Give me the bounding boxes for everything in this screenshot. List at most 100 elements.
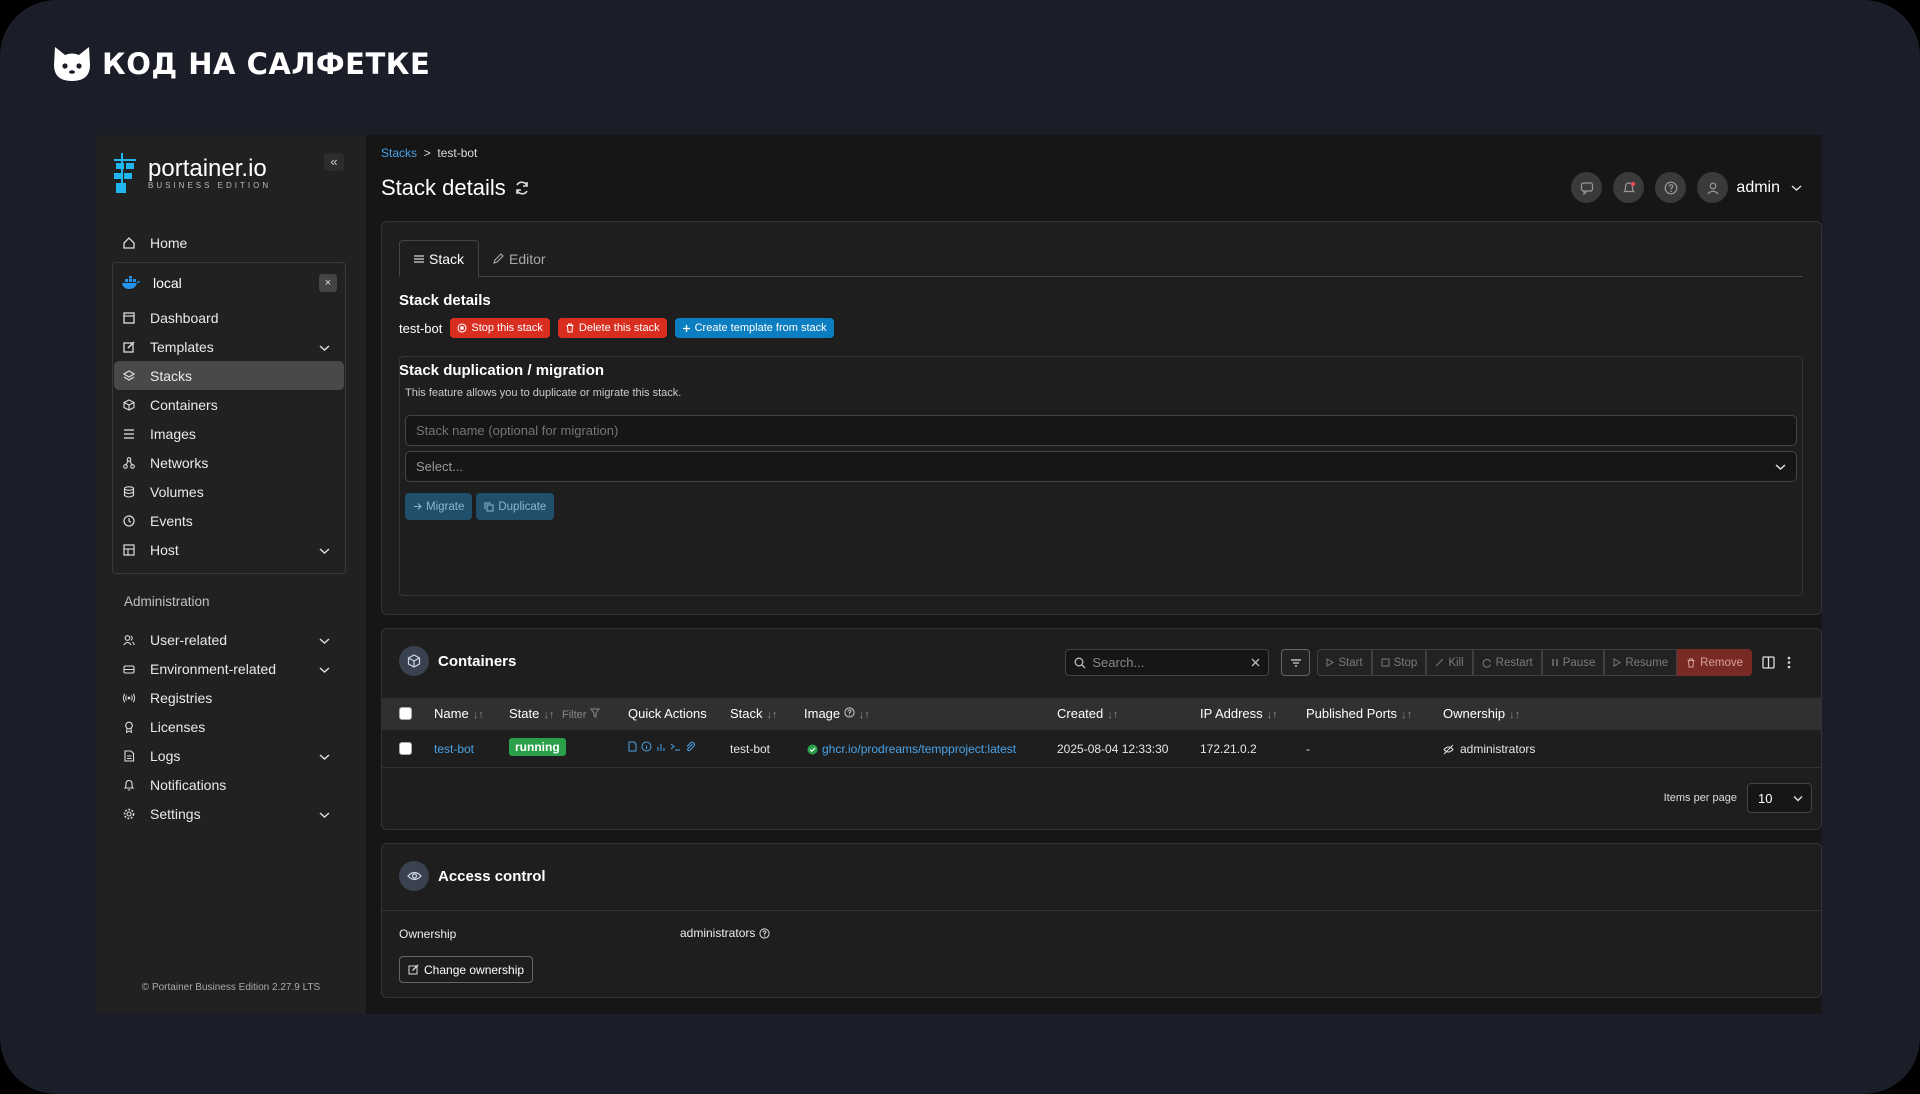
column-ports[interactable]: Published Ports ↓↑ bbox=[1306, 706, 1412, 721]
create-template-button[interactable]: Create template from stack bbox=[674, 318, 834, 338]
sort-icon: ↓↑ bbox=[1107, 709, 1119, 721]
help-icon[interactable] bbox=[759, 927, 770, 939]
duplicate-button[interactable]: Duplicate bbox=[476, 493, 555, 520]
resume-button[interactable]: Resume bbox=[1604, 649, 1678, 676]
chevron-down-icon[interactable] bbox=[1791, 184, 1802, 192]
stop-button[interactable]: Stop bbox=[1371, 649, 1427, 676]
console-icon[interactable] bbox=[670, 741, 681, 752]
table-settings-button[interactable] bbox=[1281, 649, 1311, 676]
sidebar-item-notifications[interactable]: Notifications bbox=[114, 770, 344, 799]
outer-frame: КОД НА САЛФЕТКЕ portainer.io BUSINESS ED… bbox=[0, 0, 1920, 1094]
sidebar-item-templates[interactable]: Templates bbox=[114, 332, 344, 361]
sidebar-item-settings[interactable]: Settings bbox=[114, 799, 344, 828]
sidebar-item-containers[interactable]: Containers bbox=[114, 390, 344, 419]
collapse-sidebar-button[interactable]: « bbox=[324, 153, 344, 171]
sidebar-item-home[interactable]: Home bbox=[114, 228, 344, 257]
stop-stack-button[interactable]: Stop this stack bbox=[450, 318, 550, 338]
change-ownership-button[interactable]: Change ownership bbox=[399, 956, 534, 983]
migrate-button[interactable]: Migrate bbox=[405, 493, 473, 520]
help-button[interactable] bbox=[1655, 172, 1687, 203]
breadcrumb-stacks-link[interactable]: Stacks bbox=[381, 146, 417, 160]
layers-icon bbox=[122, 369, 136, 383]
column-label: Ownership bbox=[1443, 706, 1506, 721]
sidebar-item-events[interactable]: Events bbox=[114, 506, 344, 535]
sidebar-item-volumes[interactable]: Volumes bbox=[114, 477, 344, 506]
sidebar-item-registries[interactable]: Registries bbox=[114, 683, 344, 712]
sidebar-item-user-related[interactable]: User-related bbox=[114, 625, 344, 654]
stack-details-panel: Stack Editor Stack details test-bot Stop… bbox=[381, 221, 1822, 615]
container-image: ghcr.io/prodreams/tempproject:latest bbox=[807, 742, 1016, 756]
columns-icon[interactable] bbox=[1762, 656, 1775, 669]
pause-button[interactable]: Pause bbox=[1541, 649, 1605, 676]
image-link[interactable]: ghcr.io/prodreams/tempproject:latest bbox=[822, 742, 1016, 756]
column-state[interactable]: State ↓↑ Filter bbox=[509, 706, 601, 721]
tab-editor[interactable]: Editor bbox=[479, 240, 560, 277]
notifications-button[interactable] bbox=[1613, 172, 1645, 203]
column-created[interactable]: Created ↓↑ bbox=[1057, 706, 1118, 721]
sidebar-item-dashboard[interactable]: Dashboard bbox=[114, 303, 344, 332]
sidebar-item-stacks[interactable]: Stacks bbox=[114, 361, 344, 390]
tab-stack[interactable]: Stack bbox=[399, 240, 480, 277]
sidebar-item-environment-related[interactable]: Environment-related bbox=[114, 654, 344, 683]
stack-name-input[interactable] bbox=[405, 415, 1797, 446]
brand: КОД НА САЛФЕТКЕ bbox=[52, 44, 430, 84]
kill-button[interactable]: Kill bbox=[1426, 649, 1473, 676]
search-input[interactable]: Search... bbox=[1065, 649, 1270, 676]
stats-icon[interactable] bbox=[656, 741, 666, 752]
sidebar-item-networks[interactable]: Networks bbox=[114, 448, 344, 477]
column-ip[interactable]: IP Address ↓↑ bbox=[1200, 706, 1278, 721]
sidebar-item-images[interactable]: Images bbox=[114, 419, 344, 448]
refresh-icon[interactable] bbox=[514, 180, 530, 196]
sidebar-item-host[interactable]: Host bbox=[114, 535, 344, 564]
select-all-checkbox[interactable] bbox=[399, 707, 412, 720]
column-image[interactable]: Image ↓↑ bbox=[804, 706, 870, 721]
sidebar-item-label: Images bbox=[150, 425, 196, 442]
remove-button[interactable]: Remove bbox=[1677, 649, 1752, 676]
plus-icon bbox=[682, 324, 690, 332]
environment-select[interactable]: Select... bbox=[405, 451, 1797, 482]
restart-button[interactable]: Restart bbox=[1472, 649, 1542, 676]
filter-label[interactable]: Filter bbox=[562, 709, 586, 721]
cat-logo-icon bbox=[54, 47, 90, 81]
column-name[interactable]: Name ↓↑ bbox=[434, 706, 484, 721]
stack-details-heading: Stack details bbox=[399, 292, 491, 309]
container-name-link[interactable]: test-bot bbox=[434, 742, 474, 756]
items-per-page-label: Items per page bbox=[1663, 792, 1737, 804]
logs-icon[interactable] bbox=[628, 741, 637, 752]
breadcrumb-current: test-bot bbox=[437, 146, 478, 160]
close-environment-button[interactable]: × bbox=[319, 274, 337, 292]
environment-name: local bbox=[153, 275, 182, 291]
start-button[interactable]: Start bbox=[1317, 649, 1372, 676]
column-stack[interactable]: Stack ↓↑ bbox=[730, 706, 778, 721]
more-vertical-icon[interactable] bbox=[1787, 656, 1791, 669]
user-name[interactable]: admin bbox=[1736, 179, 1780, 197]
sidebar-item-label: Notifications bbox=[150, 776, 227, 793]
row-checkbox[interactable] bbox=[399, 742, 412, 755]
sort-icon: ↓↑ bbox=[1509, 709, 1521, 721]
sidebar-item-label: Dashboard bbox=[150, 309, 219, 326]
play-icon bbox=[1613, 658, 1622, 667]
feedback-button[interactable] bbox=[1571, 172, 1603, 203]
user-avatar[interactable] bbox=[1697, 172, 1729, 203]
column-label: Published Ports bbox=[1306, 706, 1398, 721]
chevron-down-icon bbox=[319, 661, 330, 677]
column-ownership[interactable]: Ownership ↓↑ bbox=[1443, 706, 1520, 721]
attach-icon[interactable] bbox=[685, 741, 695, 752]
trash-icon bbox=[1687, 658, 1695, 667]
portainer-logo[interactable]: portainer.io BUSINESS EDITION bbox=[112, 151, 271, 195]
items-per-page-select[interactable]: 10 bbox=[1747, 783, 1812, 813]
filter-icon[interactable] bbox=[590, 708, 601, 718]
column-label: Image bbox=[804, 706, 841, 721]
arrow-right-icon bbox=[414, 503, 422, 510]
pagination: Items per page 10 bbox=[1664, 783, 1812, 813]
containers-toolbar: Search... Start Stop Kill Restart Pause … bbox=[1065, 649, 1791, 676]
close-icon[interactable] bbox=[1251, 658, 1260, 667]
sidebar-item-licenses[interactable]: Licenses bbox=[114, 712, 344, 741]
sidebar-item-logs[interactable]: Logs bbox=[114, 741, 344, 770]
container-ip: 172.21.0.2 bbox=[1200, 742, 1257, 756]
inspect-icon[interactable] bbox=[641, 741, 652, 752]
breadcrumb-separator: > bbox=[423, 146, 431, 160]
gear-icon bbox=[122, 807, 136, 821]
chevron-down-icon bbox=[319, 339, 330, 355]
delete-stack-button[interactable]: Delete this stack bbox=[557, 318, 667, 338]
